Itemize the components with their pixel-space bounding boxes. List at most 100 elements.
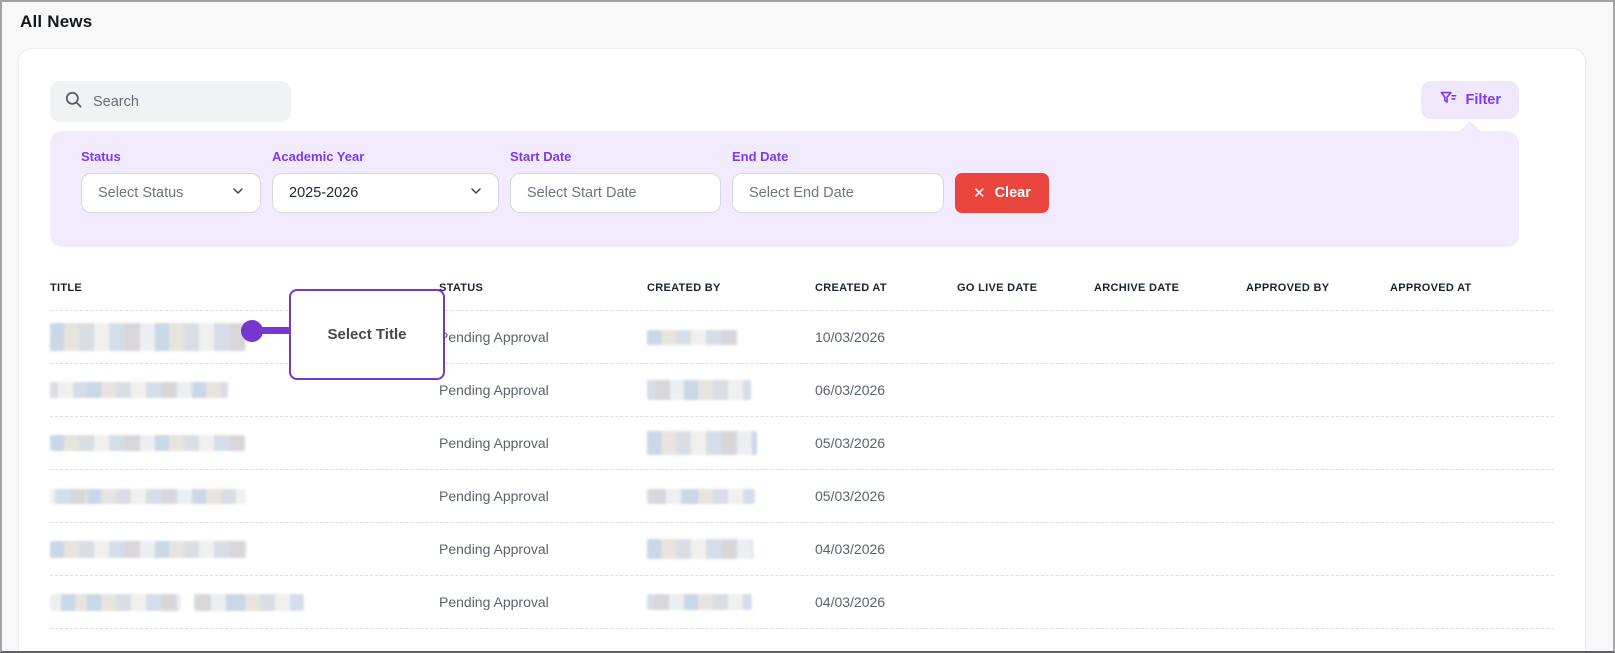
page-title: All News <box>20 12 92 32</box>
cell-created-by <box>647 489 815 504</box>
tooltip-label: Select Title <box>328 326 407 343</box>
redacted-block <box>50 435 245 451</box>
cell-title <box>50 594 439 611</box>
redacted-created-by <box>647 489 815 504</box>
table-row[interactable]: Pending Approval 05/03/2026 <box>50 470 1554 523</box>
filter-field-label: Academic Year <box>272 149 499 164</box>
filter-field-start-date: Start Date Select Start Date <box>510 149 721 213</box>
cell-created-by <box>647 330 815 345</box>
chevron-down-icon <box>468 183 484 203</box>
column-header-status: STATUS <box>439 282 647 294</box>
redacted-block <box>647 380 751 400</box>
column-header-created-by: CREATED BY <box>647 282 815 294</box>
cell-created-by <box>647 380 815 400</box>
column-header-created-at: CREATED AT <box>815 282 957 294</box>
redacted-title <box>50 435 439 451</box>
content-card: Search Filter Status Select Status Academi… <box>18 48 1586 653</box>
redacted-created-by <box>647 539 815 559</box>
table-header: TITLESTATUSCREATED BYCREATED ATGO LIVE D… <box>50 265 1554 311</box>
select-academic-year[interactable]: 2025-2026 <box>272 173 499 213</box>
filter-funnel-icon <box>1439 89 1458 112</box>
table-row[interactable]: Pending Approval 10/03/2026 <box>50 311 1554 364</box>
redacted-created-by <box>647 431 815 455</box>
redacted-created-by <box>647 594 815 610</box>
redacted-block <box>647 489 755 504</box>
cell-created-at: 05/03/2026 <box>815 488 957 504</box>
filter-field-academic-year: Academic Year 2025-2026 <box>272 149 499 213</box>
select-title-tooltip: Select Title <box>289 289 445 380</box>
date-input-start-date[interactable]: Select Start Date <box>510 173 721 213</box>
redacted-block <box>194 594 304 611</box>
chevron-down-icon <box>230 183 246 203</box>
redacted-block <box>647 594 752 610</box>
redacted-block <box>50 594 181 611</box>
column-header-approved-at: APPROVED AT <box>1390 282 1554 294</box>
filter-field-label: Start Date <box>510 149 721 164</box>
field-value: Select End Date <box>749 185 854 201</box>
cell-status: Pending Approval <box>439 488 647 504</box>
redacted-title <box>50 594 439 611</box>
cell-title <box>50 435 439 451</box>
cell-created-by <box>647 539 815 559</box>
cell-created-by <box>647 431 815 455</box>
redacted-block <box>50 382 228 398</box>
redacted-block <box>647 330 737 345</box>
cell-title <box>50 382 439 398</box>
date-input-end-date[interactable]: Select End Date <box>732 173 944 213</box>
filter-fields: Status Select Status Academic Year 2025-202… <box>81 149 1519 213</box>
table-row[interactable]: Pending Approval 04/03/2026 <box>50 523 1554 576</box>
all-news-page: All News Search Filt <box>0 0 1615 653</box>
search-icon <box>64 90 83 114</box>
news-table: TITLESTATUSCREATED BYCREATED ATGO LIVE D… <box>50 265 1554 629</box>
clear-button-label: Clear <box>995 185 1031 201</box>
filter-field-status: Status Select Status <box>81 149 261 213</box>
search-placeholder: Search <box>93 94 139 110</box>
cell-status: Pending Approval <box>439 594 647 610</box>
filter-field-end-date: End Date Select End Date <box>732 149 944 213</box>
cell-title <box>50 541 439 558</box>
tooltip-anchor-dot <box>241 320 263 342</box>
redacted-created-by <box>647 330 815 345</box>
redacted-block <box>50 323 246 351</box>
redacted-title <box>50 382 439 398</box>
field-value: 2025-2026 <box>289 185 358 201</box>
redacted-title <box>50 489 439 504</box>
table-row[interactable]: Pending Approval 04/03/2026 <box>50 576 1554 629</box>
cell-title <box>50 489 439 504</box>
cell-created-at: 10/03/2026 <box>815 329 957 345</box>
filter-field-label: Status <box>81 149 261 164</box>
toolbar: Search Filter <box>50 81 1554 122</box>
column-header-archive-date: ARCHIVE DATE <box>1094 282 1246 294</box>
cell-created-by <box>647 594 815 610</box>
filter-button-label: Filter <box>1466 92 1501 108</box>
select-status[interactable]: Select Status <box>81 173 261 213</box>
cell-created-at: 05/03/2026 <box>815 435 957 451</box>
clear-x-icon: ✕ <box>973 184 986 202</box>
redacted-block <box>647 539 753 559</box>
redacted-title <box>50 541 439 558</box>
table-row[interactable]: Pending Approval 06/03/2026 <box>50 364 1554 417</box>
cell-created-at: 06/03/2026 <box>815 382 957 398</box>
search-input[interactable]: Search <box>50 81 291 122</box>
redacted-block <box>50 541 247 558</box>
field-value: Select Start Date <box>527 185 637 201</box>
redacted-block <box>50 489 246 504</box>
filter-panel: Status Select Status Academic Year 2025-202… <box>50 131 1519 247</box>
cell-status: Pending Approval <box>439 329 647 345</box>
cell-status: Pending Approval <box>439 435 647 451</box>
column-header-go-live-date: GO LIVE DATE <box>957 282 1094 294</box>
field-value: Select Status <box>98 185 183 201</box>
cell-created-at: 04/03/2026 <box>815 541 957 557</box>
redacted-block <box>647 431 757 455</box>
filter-panel-caret <box>1459 121 1481 131</box>
table-body: Pending Approval10/03/2026Pending Approv… <box>50 311 1554 629</box>
filter-button[interactable]: Filter <box>1421 81 1519 119</box>
column-header-approved-by: APPROVED BY <box>1246 282 1390 294</box>
cell-created-at: 04/03/2026 <box>815 594 957 610</box>
filter-field-label: End Date <box>732 149 944 164</box>
redacted-created-by <box>647 380 815 400</box>
cell-status: Pending Approval <box>439 541 647 557</box>
clear-filters-button[interactable]: ✕ Clear <box>955 173 1049 213</box>
table-row[interactable]: Pending Approval 05/03/2026 <box>50 417 1554 470</box>
cell-status: Pending Approval <box>439 382 647 398</box>
